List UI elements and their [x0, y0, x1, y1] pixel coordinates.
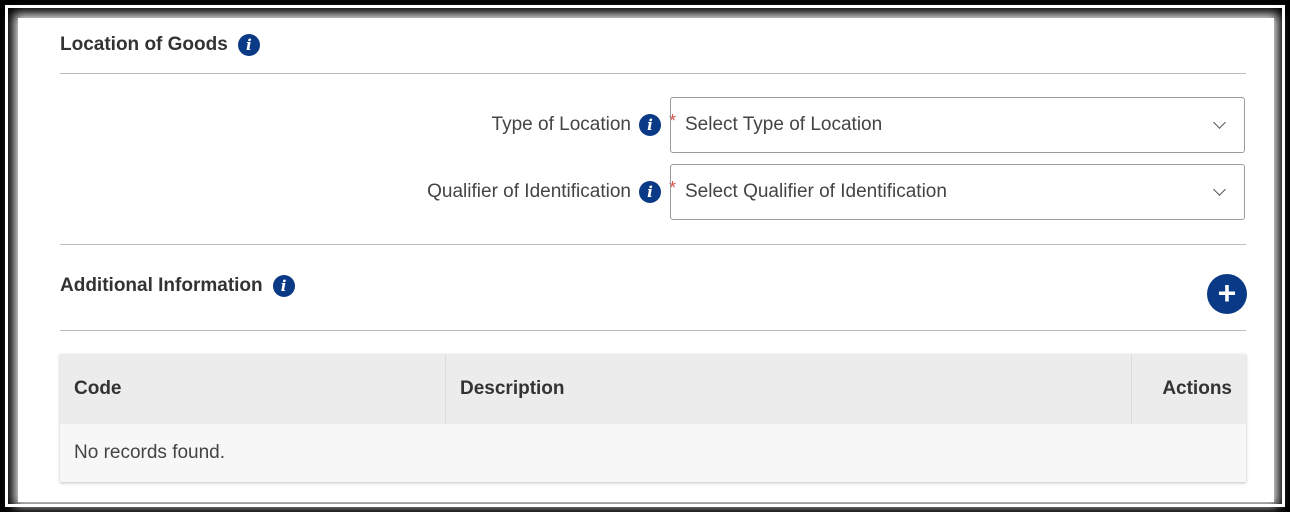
add-record-button[interactable]: +: [1207, 274, 1247, 314]
type-of-location-label-text: Type of Location: [491, 114, 631, 135]
qualifier-of-identification-placeholder: Select Qualifier of Identification: [685, 181, 947, 202]
location-of-goods-title: Location of Goods i: [60, 34, 260, 56]
divider: [60, 73, 1246, 74]
chevron-down-icon: [1213, 182, 1226, 196]
additional-information-table: Code Description Actions No records foun…: [60, 354, 1246, 482]
table-header-row: Code Description Actions: [60, 354, 1246, 424]
type-of-location-placeholder: Select Type of Location: [685, 114, 883, 135]
type-of-location-select[interactable]: Select Type of Location: [670, 97, 1245, 153]
column-header-actions: Actions: [1131, 354, 1246, 424]
plus-circle-icon: +: [1217, 274, 1237, 311]
form-panel: Location of Goods i Type of Location i *…: [18, 18, 1274, 502]
info-icon[interactable]: i: [638, 181, 661, 203]
divider: [60, 244, 1246, 245]
additional-information-title: Additional Information i: [60, 275, 295, 297]
table-row: No records found.: [60, 424, 1246, 482]
screenshot-frame: Location of Goods i Type of Location i *…: [5, 5, 1285, 507]
info-icon[interactable]: i: [638, 114, 661, 136]
column-header-description[interactable]: Description: [445, 354, 1132, 424]
chevron-down-icon: [1213, 115, 1226, 129]
qualifier-of-identification-select[interactable]: Select Qualifier of Identification: [670, 164, 1245, 220]
divider: [60, 330, 1246, 331]
type-of-location-label: Type of Location i *: [492, 96, 676, 154]
empty-table-message: No records found.: [60, 424, 1246, 482]
additional-information-title-text: Additional Information: [60, 275, 263, 296]
qualifier-of-identification-label: Qualifier of Identification i *: [427, 163, 676, 221]
location-of-goods-title-text: Location of Goods: [60, 34, 228, 55]
info-icon[interactable]: i: [237, 34, 260, 56]
qualifier-of-identification-label-text: Qualifier of Identification: [427, 181, 631, 202]
info-icon[interactable]: i: [272, 275, 295, 297]
column-header-code[interactable]: Code: [60, 354, 446, 424]
